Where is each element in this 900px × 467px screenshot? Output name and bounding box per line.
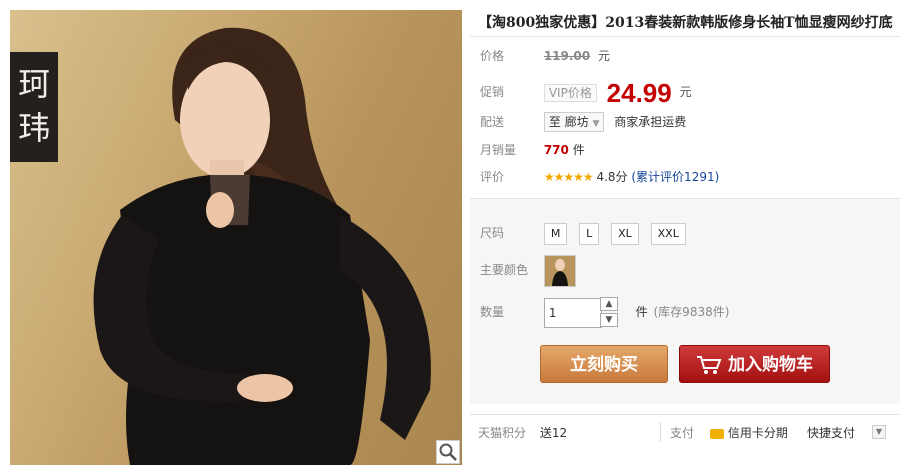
- divider: [470, 36, 900, 37]
- chevron-down-icon: ▼: [875, 427, 883, 436]
- credit-card-icon: [710, 428, 724, 439]
- destination-text: 至 廊坊: [548, 115, 589, 129]
- promo-row: 促销 VIP价格 24.99 元: [480, 77, 692, 108]
- color-label: 主要颜色: [480, 263, 529, 277]
- rating-label: 评价: [480, 170, 505, 184]
- shipping-label: 配送: [480, 115, 505, 129]
- rating-stars-icon: ★★★★★: [543, 170, 594, 184]
- brand-mark: 珂 玮: [10, 52, 58, 162]
- credit-label: 信用卡分期: [727, 426, 788, 440]
- shipping-note: 商家承担运费: [614, 115, 687, 129]
- sales-count: 770: [543, 143, 569, 157]
- zoom-button[interactable]: [436, 440, 460, 464]
- promo-price: 24.99: [606, 77, 672, 108]
- buy-now-button[interactable]: 立刻购买: [540, 345, 668, 383]
- rating-row: 评价 ★★★★★ 4.8分 (累计评价1291): [480, 167, 719, 187]
- promo-label: 促销: [480, 85, 505, 99]
- color-swatch[interactable]: [543, 254, 576, 287]
- points-label: 天猫积分: [478, 426, 527, 440]
- quantity-label: 数量: [480, 305, 505, 319]
- chevron-up-icon: ▲: [605, 299, 613, 309]
- sales-unit: 件: [572, 143, 585, 157]
- decrement-button[interactable]: ▼: [600, 313, 618, 327]
- increment-button[interactable]: ▲: [600, 297, 618, 311]
- stock-info: (库存9838件): [653, 305, 730, 319]
- brand-char-1: 珂: [17, 65, 50, 103]
- quick-pay[interactable]: 快捷支付: [807, 415, 855, 451]
- footer-divider: [660, 422, 661, 442]
- magnifier-icon: [439, 443, 457, 461]
- original-price: 119.00: [543, 49, 591, 63]
- promo-unit: 元: [679, 85, 692, 99]
- review-count-link[interactable]: (累计评价1291): [631, 170, 719, 184]
- quantity-input[interactable]: 1: [543, 297, 602, 328]
- size-option-xl[interactable]: XL: [611, 223, 639, 245]
- pay-label: 支付: [670, 426, 695, 440]
- points-value: 送12: [539, 426, 568, 440]
- shipping-row: 配送 至 廊坊 ▼ 商家承担运费: [480, 112, 686, 132]
- rating-score: 4.8分: [596, 170, 628, 184]
- quantity-unit: 件: [635, 305, 648, 319]
- color-row: 主要颜色: [480, 254, 576, 287]
- size-option-m[interactable]: M: [543, 223, 568, 245]
- sales-row: 月销量 770 件: [480, 140, 585, 160]
- add-to-cart-button[interactable]: 加入购物车: [679, 345, 830, 383]
- destination-select[interactable]: 至 廊坊 ▼: [543, 112, 605, 132]
- size-option-xxl[interactable]: XXL: [650, 223, 686, 245]
- expand-pay-button[interactable]: ▼: [872, 425, 886, 439]
- cart-icon: [697, 356, 722, 374]
- model-image: [93, 27, 431, 465]
- product-photo[interactable]: 珂 玮: [10, 10, 462, 465]
- size-option-l[interactable]: L: [579, 223, 600, 245]
- chevron-down-icon: ▼: [605, 315, 613, 325]
- swatch-thumbnail: [544, 255, 575, 286]
- sales-label: 月销量: [480, 143, 517, 157]
- price-label: 价格: [480, 49, 505, 63]
- product-title: 【淘800独家优惠】2013春装新款韩版修身长袖T恤显瘦网纱打底: [478, 15, 893, 31]
- price-row: 价格 119.00 元: [480, 46, 610, 66]
- vip-badge: VIP价格: [543, 83, 597, 102]
- footer-bar: 天猫积分 送12 支付 信用卡分期 快捷支付 ▼: [470, 414, 900, 450]
- add-to-cart-label: 加入购物车: [728, 355, 813, 375]
- size-row: 尺码 M L XL XXL: [480, 222, 694, 245]
- size-label: 尺码: [480, 226, 505, 240]
- credit-installment[interactable]: 信用卡分期: [710, 415, 788, 451]
- chevron-down-icon: ▼: [592, 119, 600, 129]
- brand-char-2: 玮: [17, 109, 50, 147]
- price-unit: 元: [597, 49, 610, 63]
